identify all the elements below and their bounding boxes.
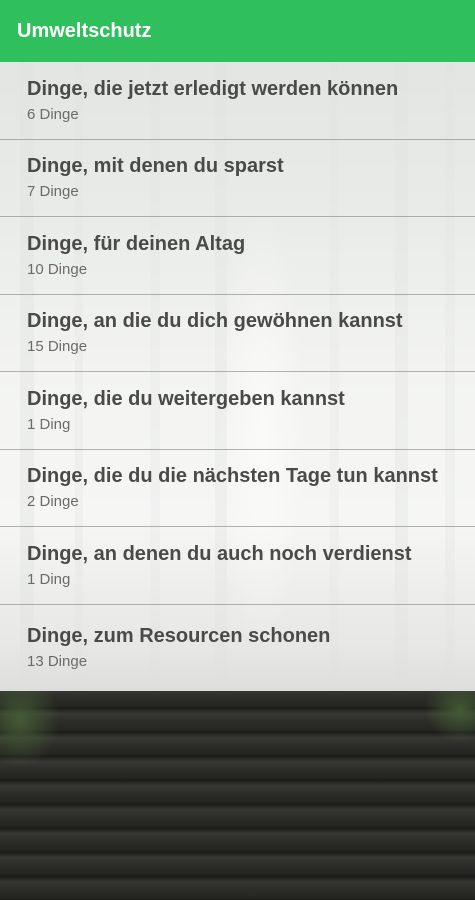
list-item-count: 6 Dinge bbox=[27, 105, 79, 123]
list-item[interactable]: Dinge, zum Resourcen schonen 13 Dinge bbox=[0, 605, 475, 691]
category-list: Dinge, die jetzt erledigt werden können … bbox=[0, 62, 475, 691]
list-item-title: Dinge, zum Resourcen schonen bbox=[27, 625, 331, 647]
list-item-title: Dinge, an die du dich gewöhnen kannst bbox=[27, 310, 403, 333]
list-item[interactable]: Dinge, mit denen du sparst 7 Dinge bbox=[0, 140, 475, 217]
list-item[interactable]: Dinge, für deinen Altag 10 Dinge bbox=[0, 217, 475, 295]
list-item-count: 7 Dinge bbox=[27, 183, 79, 201]
boardwalk-image bbox=[0, 690, 475, 900]
list-item-title: Dinge, an denen du auch noch verdienst bbox=[27, 542, 412, 565]
list-item-title: Dinge, mit denen du sparst bbox=[27, 155, 284, 178]
list-item[interactable]: Dinge, die du weitergeben kannst 1 Ding bbox=[0, 372, 475, 450]
foliage-left bbox=[0, 690, 70, 790]
list-item-title: Dinge, für deinen Altag bbox=[27, 232, 246, 255]
foliage-right bbox=[405, 690, 475, 750]
list-item-title: Dinge, die jetzt erledigt werden können bbox=[27, 77, 399, 100]
list-item-count: 15 Dinge bbox=[27, 338, 88, 356]
list-item[interactable]: Dinge, die jetzt erledigt werden können … bbox=[0, 62, 475, 140]
list-item-count: 2 Dinge bbox=[27, 493, 79, 511]
list-item-count: 1 Ding bbox=[27, 415, 71, 433]
list-item[interactable]: Dinge, die du die nächsten Tage tun kann… bbox=[0, 450, 475, 527]
list-item-count: 1 Ding bbox=[27, 570, 71, 588]
list-item-title: Dinge, die du die nächsten Tage tun kann… bbox=[27, 465, 438, 488]
list-item-count: 10 Dinge bbox=[27, 260, 88, 278]
list-item[interactable]: Dinge, an die du dich gewöhnen kannst 15… bbox=[0, 295, 475, 372]
list-item[interactable]: Dinge, an denen du auch noch verdienst 1… bbox=[0, 527, 475, 605]
app-title: Umweltschutz bbox=[17, 19, 152, 42]
app-bar: Umweltschutz bbox=[0, 0, 475, 62]
list-item-title: Dinge, die du weitergeben kannst bbox=[27, 387, 345, 410]
list-item-count: 13 Dinge bbox=[27, 653, 88, 670]
